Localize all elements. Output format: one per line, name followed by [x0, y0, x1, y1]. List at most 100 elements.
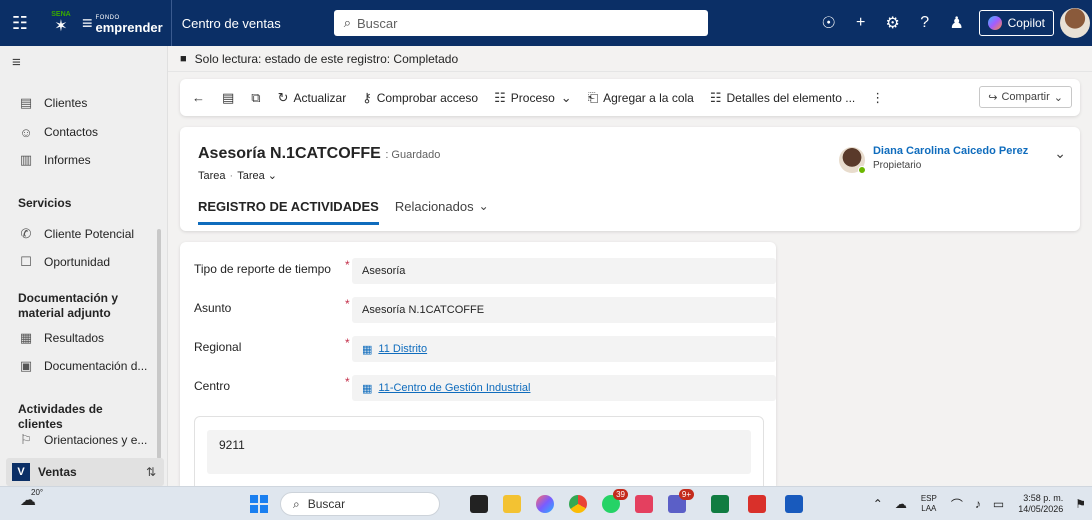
open-new-window-button[interactable]: ⧉	[251, 90, 265, 106]
required-marker: *	[345, 258, 350, 272]
field-value-regional[interactable]: ▦ 11 Distrito	[352, 336, 776, 362]
sidebar-scrollbar[interactable]	[157, 229, 161, 459]
copilot-icon	[987, 16, 1002, 30]
volume-icon[interactable]: ♪	[975, 497, 981, 511]
battery-icon[interactable]: ▭	[993, 497, 1004, 511]
notification-icon[interactable]: ⚑	[1075, 497, 1086, 511]
taskbar-search[interactable]: ⌕ Buscar	[280, 492, 440, 516]
lightbulb-icon[interactable]: ☉	[813, 13, 845, 33]
chrome-icon[interactable]	[569, 495, 587, 513]
record-save-status: : Guardado	[385, 149, 441, 161]
sidebar-item-contactos[interactable]: ☺ Contactos	[0, 119, 160, 145]
regional-link[interactable]: 11 Distrito	[378, 343, 427, 355]
system-tray: ⌃ ☁ ESP LAA ⌒ ♪ ▭ 3:58 p. m. 14/05/2026 …	[867, 487, 1092, 520]
chevron-down-icon[interactable]: ⌄	[1054, 145, 1066, 162]
check-access-button[interactable]: ⚷ Comprobar acceso	[362, 90, 478, 106]
sidebar-item-documentacion[interactable]: ▣ Documentación d...	[0, 353, 160, 379]
chevron-down-icon: ⌄	[560, 89, 572, 105]
hamburger-icon[interactable]: ≡	[12, 54, 21, 71]
field-regional: Regional * ▦ 11 Distrito	[194, 336, 776, 364]
back-arrow-icon: ←	[192, 90, 205, 105]
search-icon: ⌕	[293, 496, 300, 511]
form-icon: ▤	[222, 89, 235, 105]
field-value-tipo-reporte[interactable]: Asesoría	[352, 258, 776, 284]
clock[interactable]: 3:58 p. m. 14/05/2026	[1018, 493, 1063, 515]
command-bar: ← ▤ ⧉ ↻ Actualizar ⚷ Comprobar acceso ☷ …	[180, 79, 1080, 116]
help-icon[interactable]: ?	[909, 14, 941, 32]
plus-icon[interactable]: +	[845, 14, 877, 32]
map-icon: ▦	[362, 343, 373, 356]
people-icon[interactable]: ♟	[941, 13, 973, 33]
user-avatar[interactable]	[1060, 8, 1090, 38]
description-field[interactable]: 9211	[207, 430, 751, 474]
main-content: ■ Solo lectura: estado de este registro:…	[168, 46, 1092, 496]
process-button[interactable]: ☷ Proceso ⌄	[494, 90, 572, 106]
form-selector[interactable]: Tarea ⌄	[237, 170, 277, 182]
add-to-queue-button[interactable]: ⎗ Agregar a la cola	[588, 90, 694, 106]
owner-avatar	[838, 147, 866, 174]
record-entity-form: Tarea · Tarea ⌄	[198, 170, 278, 182]
notification-badge: 9+	[678, 489, 694, 500]
refresh-button[interactable]: ↻ Actualizar	[278, 90, 347, 106]
copilot-button[interactable]: Copilot	[978, 10, 1054, 36]
area-switcher[interactable]: V Ventas ⇅	[6, 458, 164, 486]
field-label: Centro	[194, 379, 231, 393]
sidebar-item-resultados[interactable]: ▦ Resultados	[0, 325, 160, 351]
form-view-button[interactable]: ▤	[222, 90, 239, 106]
back-button[interactable]: ←	[192, 90, 210, 105]
owner-name[interactable]: Diana Carolina Caicedo Perez	[873, 145, 1028, 157]
field-tipo-reporte: Tipo de reporte de tiempo * Asesoría	[194, 258, 776, 286]
file-explorer-icon[interactable]	[503, 495, 521, 513]
tab-relacionados[interactable]: Relacionados ⌄	[395, 197, 489, 227]
sitemap-sidebar: ≡ ▤ Clientes ☺ Contactos ▥ Informes Serv…	[0, 46, 168, 486]
sidebar-item-clientes[interactable]: ▤ Clientes	[0, 90, 160, 116]
app-name[interactable]: Centro de ventas	[172, 16, 334, 31]
lock-icon: ■	[180, 52, 187, 65]
record-owner[interactable]: Diana Carolina Caicedo Perez Propietario…	[838, 145, 1066, 174]
snipping-tool-icon[interactable]	[635, 495, 653, 513]
waffle-icon[interactable]: ☷	[0, 0, 40, 46]
field-value-centro[interactable]: ▦ 11-Centro de Gestión Industrial	[352, 375, 776, 401]
wifi-icon[interactable]: ⌒	[951, 496, 963, 513]
field-asunto: Asunto * Asesoría N.1CATCOFFE	[194, 297, 776, 325]
whatsapp-icon[interactable]: 39	[602, 489, 628, 513]
more-commands-button[interactable]: ⋮	[871, 90, 889, 106]
item-details-button[interactable]: ☷ Detalles del elemento ...	[710, 90, 855, 106]
excel-icon[interactable]	[711, 495, 729, 513]
sidebar-section-servicios: Servicios	[18, 196, 72, 210]
teams-icon[interactable]: 9+	[668, 489, 694, 513]
cloud-sync-icon[interactable]: ☁	[895, 497, 907, 511]
sidebar-item-cliente-potencial[interactable]: ✆ Cliente Potencial	[0, 221, 160, 247]
sidebar-item-informes[interactable]: ▥ Informes	[0, 147, 160, 173]
language-indicator[interactable]: ESP LAA	[921, 494, 937, 514]
sidebar-item-orientaciones[interactable]: ⚐ Orientaciones y e...	[0, 427, 160, 453]
chevron-down-icon: ⌄	[1053, 91, 1063, 104]
task-view-icon[interactable]	[470, 495, 488, 513]
document-icon: ▦	[19, 330, 33, 345]
tab-registro-actividades[interactable]: REGISTRO DE ACTIVIDADES	[198, 197, 379, 225]
global-search-input[interactable]: ⌕ Buscar	[333, 10, 708, 36]
copilot-app-icon[interactable]	[536, 495, 554, 513]
pdf-reader-icon[interactable]	[748, 495, 766, 513]
person-icon: ☺	[19, 124, 33, 140]
centro-link[interactable]: 11-Centro de Gestión Industrial	[378, 382, 530, 394]
share-button[interactable]: ↪ Compartir ⌄	[979, 86, 1072, 108]
weather-widget[interactable]: ☁ 20°	[20, 488, 43, 510]
share-icon: ↪	[988, 91, 998, 104]
required-marker: *	[345, 375, 350, 389]
field-label: Regional	[194, 340, 242, 354]
required-marker: *	[345, 297, 350, 311]
refresh-icon: ↻	[277, 89, 289, 105]
start-button[interactable]	[250, 495, 268, 513]
record-title: Asesoría N.1CATCOFFE : Guardado	[198, 145, 441, 162]
attachment-icon: ▣	[19, 358, 33, 373]
form-section: Tipo de reporte de tiempo * Asesoría Asu…	[180, 242, 776, 496]
record-tabs: REGISTRO DE ACTIVIDADES Relacionados ⌄	[198, 197, 505, 227]
chevron-up-icon[interactable]: ⌃	[873, 497, 883, 511]
sidebar-item-oportunidad[interactable]: ☐ Oportunidad	[0, 249, 160, 275]
owner-role: Propietario	[872, 160, 922, 171]
word-icon[interactable]	[785, 495, 803, 513]
field-value-asunto[interactable]: Asesoría N.1CATCOFFE	[352, 297, 776, 323]
gear-icon[interactable]: ⚙	[877, 13, 909, 33]
process-icon: ☷	[494, 89, 506, 105]
